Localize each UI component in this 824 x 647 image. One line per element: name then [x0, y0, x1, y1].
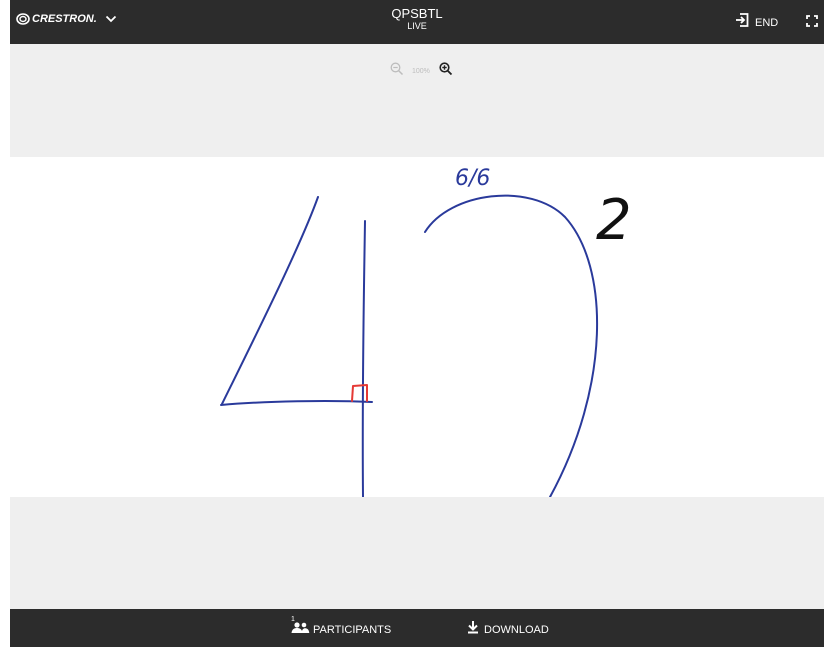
download-button[interactable]: DOWNLOAD	[466, 620, 549, 639]
bottom-bar: 1 PARTICIPANTS DOWNLOAD	[10, 609, 824, 647]
download-label: DOWNLOAD	[484, 623, 549, 636]
fullscreen-icon	[806, 14, 818, 31]
ink-layer: 6/6 2	[220, 166, 632, 497]
participants-button[interactable]: 1 PARTICIPANTS	[289, 616, 392, 639]
top-bar: CRESTRON. QPSBTL LIVE END	[10, 0, 824, 44]
ink-stroke-base	[220, 400, 373, 406]
zoom-controls: 100%	[390, 62, 453, 81]
session-title-block: QPSBTL LIVE	[10, 6, 824, 32]
download-icon	[466, 620, 480, 639]
session-status: LIVE	[407, 21, 427, 31]
zoom-out-button[interactable]	[390, 62, 404, 81]
exit-icon	[735, 13, 749, 32]
zoom-out-icon	[390, 62, 404, 81]
end-label: END	[755, 16, 779, 29]
ink-stroke-arc	[424, 194, 599, 497]
whiteboard-app: CRESTRON. QPSBTL LIVE END 100% 6/6 2 1 P…	[10, 0, 824, 647]
fullscreen-button[interactable]	[806, 14, 818, 32]
ink-annotation-top: 6/6	[455, 166, 490, 191]
ink-stroke-vertical	[361, 220, 366, 497]
ink-annotation-exponent: 2	[596, 188, 632, 253]
whiteboard-canvas[interactable]: 6/6 2	[10, 157, 824, 497]
zoom-in-button[interactable]	[439, 62, 453, 81]
end-session-button[interactable]: END	[735, 13, 778, 32]
session-title: QPSBTL	[391, 6, 443, 21]
participants-count-badge: 1	[291, 616, 295, 623]
zoom-level: 100%	[412, 68, 430, 75]
participants-label: PARTICIPANTS	[313, 623, 392, 636]
ink-stroke-hypotenuse	[221, 196, 319, 405]
zoom-in-icon	[439, 62, 453, 81]
ink-stroke-right-angle	[351, 384, 368, 402]
